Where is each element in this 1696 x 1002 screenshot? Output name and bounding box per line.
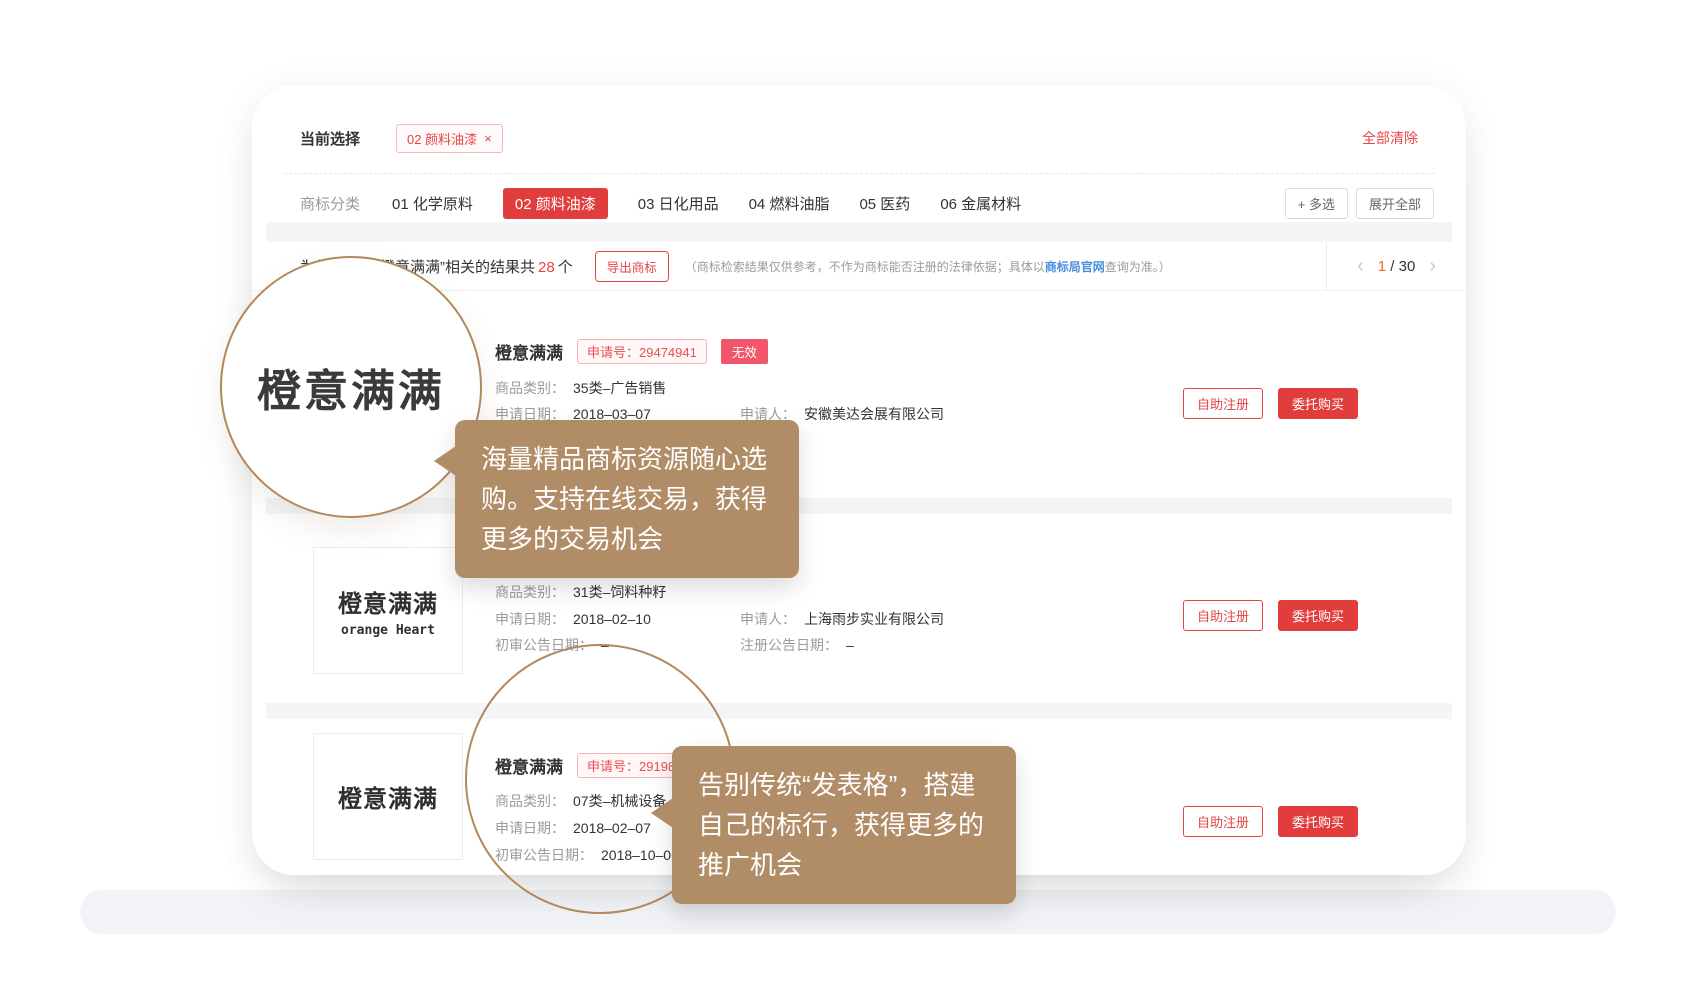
trademark-thumbnail[interactable]: 橙意满满 <box>313 733 463 860</box>
field-value: 35类–广告销售 <box>573 380 666 396</box>
self-register-button[interactable]: 自助注册 <box>1183 388 1263 419</box>
category-item-06[interactable]: 06 金属材料 <box>940 193 1021 214</box>
page-indicator: 1 / 30 <box>1378 258 1416 275</box>
selected-filter-tag-label: 02 颜料油漆 <box>407 129 477 148</box>
field-value: 上海雨步实业有限公司 <box>804 611 944 627</box>
selected-filter-tag[interactable]: 02 颜料油漆 × <box>396 124 503 153</box>
field-value: – <box>846 637 854 653</box>
dashed-divider <box>284 173 1434 174</box>
field-label: 商品类别： <box>495 380 565 396</box>
category-item-01[interactable]: 01 化学原料 <box>392 193 473 214</box>
category-item-05[interactable]: 05 医药 <box>859 193 910 214</box>
category-item-02-active[interactable]: 02 颜料油漆 <box>503 188 608 219</box>
tag-close-icon[interactable]: × <box>484 131 492 146</box>
page: 当前选择 02 颜料油漆 × 全部清除 商标分类 01 化学原料 02 颜料油漆… <box>0 0 1696 1002</box>
current-page: 1 <box>1378 258 1386 275</box>
category-item-03[interactable]: 03 日化用品 <box>638 193 719 214</box>
mark-name: 橙意满满 <box>495 339 563 364</box>
next-page-icon[interactable]: › <box>1429 256 1436 276</box>
trademark-thumbnail[interactable]: 橙意满满 orange Heart <box>313 547 463 674</box>
entrust-purchase-button[interactable]: 委托购买 <box>1278 388 1358 419</box>
pagination: ‹ 1 / 30 › <box>1326 242 1466 290</box>
row-gap <box>266 498 1452 514</box>
field-value: 31类–饲料种籽 <box>573 584 666 600</box>
thumbnail-subtext: orange Heart <box>341 623 435 638</box>
field-label: 注册公告日期： <box>740 637 838 653</box>
total-pages: 30 <box>1399 258 1416 275</box>
field-label: 商品类别： <box>495 584 565 600</box>
section-gap <box>266 222 1452 242</box>
magnified-mark-text: 橙意满满 <box>257 355 445 419</box>
category-row: 商标分类 01 化学原料 02 颜料油漆 03 日化用品 04 燃料油脂 05 … <box>300 188 1434 218</box>
export-trademarks-button[interactable]: 导出商标 <box>595 251 669 282</box>
callout-tooltip-1: 海量精品商标资源随心选 购。支持在线交易，获得 更多的交易机会 <box>455 420 799 578</box>
callout-tooltip-2: 告别传统“发表格”，搭建 自己的标行，获得更多的 推广机会 <box>672 746 1016 904</box>
disclaimer-pre: （商标检索结果仅供参考，不作为商标能否注册的法律依据；具体以 <box>685 260 1045 274</box>
application-number-tag: 申请号：29474941 <box>577 339 707 364</box>
self-register-button[interactable]: 自助注册 <box>1183 600 1263 631</box>
results-header: 为您检索到“橙意满满”相关的结果共28个 导出商标 （商标检索结果仅供参考，不作… <box>252 242 1466 291</box>
row-gap <box>266 703 1452 719</box>
summary-suffix: 个 <box>558 259 573 276</box>
category-item-04[interactable]: 04 燃料油脂 <box>749 193 830 214</box>
magnifier-circle-1: 橙意满满 <box>220 256 482 518</box>
results-count: 28 <box>538 259 555 276</box>
status-badge-invalid: 无效 <box>721 339 768 364</box>
trademark-office-link[interactable]: 商标局官网 <box>1045 260 1105 274</box>
field-label: 申请日期： <box>495 611 565 627</box>
clear-all-button[interactable]: 全部清除 <box>1362 128 1418 148</box>
field-value: 安徽美达会展有限公司 <box>804 406 944 422</box>
expand-all-button[interactable]: 展开全部 <box>1356 188 1434 219</box>
field-label: 申请人： <box>740 611 796 627</box>
current-selection-row: 当前选择 02 颜料油漆 × 全部清除 <box>300 123 1418 153</box>
thumbnail-text: 橙意满满 <box>338 584 438 619</box>
disclaimer-text: （商标检索结果仅供参考，不作为商标能否注册的法律依据；具体以商标局官网查询为准。… <box>685 258 1171 275</box>
multi-select-button[interactable]: + 多选 <box>1285 188 1348 219</box>
field-value: 2018–02–10 <box>573 611 651 627</box>
thumbnail-text: 橙意满满 <box>338 779 438 814</box>
current-selection-label: 当前选择 <box>300 128 360 149</box>
entrust-purchase-button[interactable]: 委托购买 <box>1278 600 1358 631</box>
prev-page-icon[interactable]: ‹ <box>1357 256 1364 276</box>
category-row-label: 商标分类 <box>300 193 360 214</box>
disclaimer-post: 查询为准。） <box>1105 260 1171 274</box>
entrust-purchase-button[interactable]: 委托购买 <box>1278 806 1358 837</box>
page-separator: / <box>1390 258 1394 275</box>
result-row-2: 橙意满满 orange Heart 橙意满满 申请号：29482153 已注册 … <box>252 514 1466 703</box>
self-register-button[interactable]: 自助注册 <box>1183 806 1263 837</box>
